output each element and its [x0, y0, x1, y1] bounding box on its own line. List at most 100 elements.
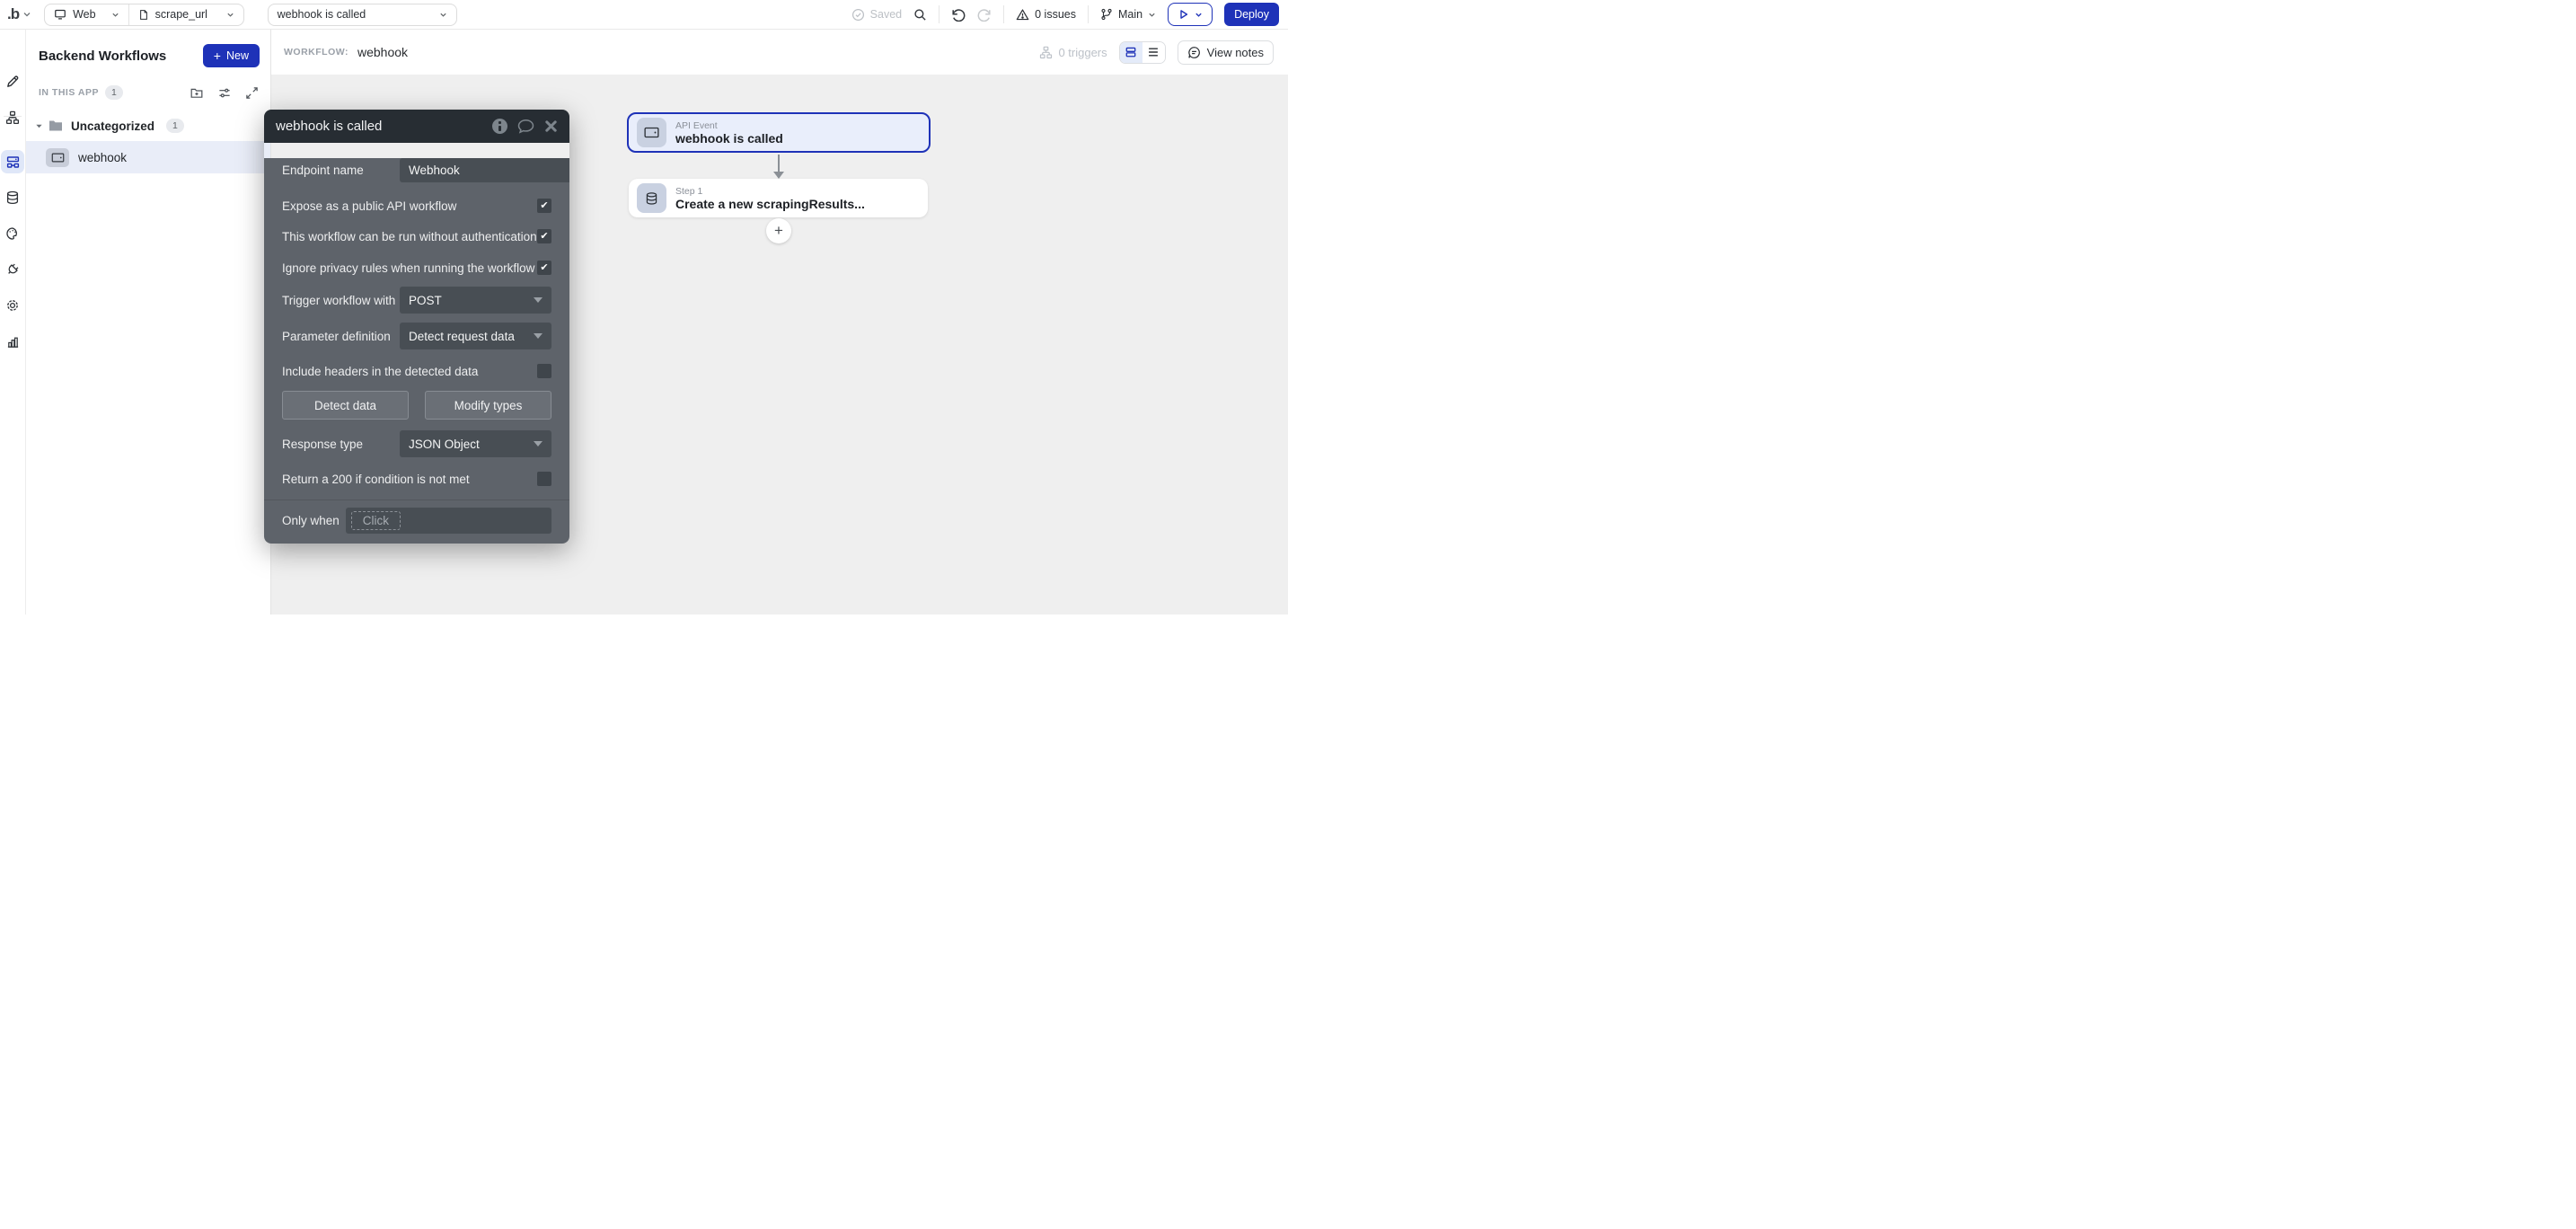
- filter-sliders-icon[interactable]: [217, 86, 232, 100]
- close-icon[interactable]: [544, 119, 558, 133]
- folder-row-uncategorized[interactable]: Uncategorized 1: [26, 119, 270, 133]
- sitemap-icon: [1039, 46, 1053, 59]
- folder-count-badge: 1: [166, 119, 184, 133]
- list-view-toggle[interactable]: [1142, 42, 1165, 63]
- no-auth-row: This workflow can be run without authent…: [264, 227, 569, 245]
- endpoint-name-input[interactable]: [400, 158, 569, 182]
- expose-api-label: Expose as a public API workflow: [282, 199, 456, 213]
- workflow-header-actions: 0 triggers: [1039, 40, 1274, 65]
- response-type-dropdown[interactable]: JSON Object: [400, 430, 551, 457]
- detect-data-button[interactable]: Detect data: [282, 391, 409, 420]
- workflow-selector-dropdown[interactable]: webhook is called: [268, 4, 457, 26]
- check-circle-icon: [851, 8, 865, 22]
- node-title: Create a new scrapingResults...: [675, 197, 865, 211]
- api-event-node[interactable]: API Event webhook is called: [627, 112, 931, 153]
- no-auth-checkbox[interactable]: ✔: [537, 229, 551, 243]
- search-icon[interactable]: [913, 8, 927, 22]
- new-workflow-button[interactable]: + New: [203, 44, 260, 67]
- expand-icon[interactable]: [245, 86, 259, 100]
- return-200-row: Return a 200 if condition is not met: [264, 470, 569, 488]
- chevron-down-icon: [1195, 11, 1203, 19]
- rail-backend-workflows-item[interactable]: [0, 150, 25, 173]
- only-when-input[interactable]: Click: [346, 508, 551, 534]
- parameter-definition-dropdown[interactable]: Detect request data: [400, 323, 551, 349]
- triggers-count: 0 triggers: [1039, 46, 1107, 59]
- divider: [1088, 5, 1089, 23]
- return-200-checkbox[interactable]: [537, 472, 551, 486]
- page-icon: [138, 9, 149, 21]
- include-headers-checkbox[interactable]: [537, 364, 551, 378]
- view-notes-button[interactable]: View notes: [1178, 40, 1274, 65]
- rail-divider: [4, 116, 22, 117]
- rail-plugins-item[interactable]: [0, 258, 25, 281]
- new-button-label: New: [226, 49, 249, 62]
- issues-button[interactable]: 0 issues: [1016, 8, 1076, 22]
- bubble-logo[interactable]: .b: [7, 5, 19, 23]
- triggers-label: 0 triggers: [1058, 46, 1107, 59]
- popup-header[interactable]: webhook is called: [264, 110, 569, 143]
- sitemap-icon: [5, 111, 20, 125]
- response-type-label: Response type: [282, 438, 400, 451]
- panel-section-row: IN THIS APP 1: [26, 85, 270, 100]
- folder-label: Uncategorized: [71, 119, 154, 133]
- left-icon-rail: [0, 30, 26, 614]
- add-step-button[interactable]: +: [766, 218, 791, 243]
- issues-label: 0 issues: [1035, 8, 1076, 21]
- rail-settings-item[interactable]: [0, 294, 25, 317]
- info-icon[interactable]: [492, 119, 507, 134]
- section-label: IN THIS APP: [39, 87, 99, 98]
- step-1-node[interactable]: Step 1 Create a new scrapingResults...: [629, 179, 928, 217]
- workflow-list-item-webhook[interactable]: webhook: [26, 141, 270, 173]
- rail-logs-item[interactable]: [0, 330, 25, 353]
- chevron-down-icon: [1148, 11, 1156, 19]
- database-icon: [637, 183, 666, 213]
- list-icon: [1147, 46, 1160, 58]
- node-kind-label: Step 1: [675, 186, 865, 197]
- rail-data-item[interactable]: [0, 186, 25, 209]
- modify-types-button[interactable]: Modify types: [425, 391, 551, 420]
- folder-plus-icon[interactable]: [190, 86, 204, 100]
- api-event-icon: [46, 148, 69, 167]
- parameter-definition-value: Detect request data: [409, 330, 515, 343]
- platform-page-selector: Web scrape_url: [44, 4, 243, 26]
- section-actions: [190, 86, 259, 100]
- undo-icon[interactable]: [951, 7, 966, 22]
- note-bubble-icon: [1187, 46, 1201, 59]
- page-selector[interactable]: scrape_url: [128, 4, 243, 25]
- popup-title: webhook is called: [276, 119, 382, 134]
- redo-icon[interactable]: [977, 7, 992, 22]
- workflow-header: WORKFLOW: webhook 0 triggers: [271, 30, 1288, 75]
- panel-title: Backend Workflows: [39, 49, 166, 64]
- play-icon: [1178, 9, 1189, 20]
- detect-buttons-row: Detect data Modify types: [264, 391, 569, 420]
- backend-workflows-panel: Backend Workflows + New IN THIS APP 1: [26, 30, 271, 614]
- app-body: Backend Workflows + New IN THIS APP 1: [0, 30, 1288, 614]
- logo-chevron-down-icon[interactable]: [22, 10, 31, 19]
- event-property-editor: webhook is called Endpoint name Expose a…: [264, 110, 569, 544]
- comment-bubble-icon[interactable]: [517, 119, 534, 134]
- trigger-method-dropdown[interactable]: POST: [400, 287, 551, 314]
- rail-design-item[interactable]: [0, 70, 25, 93]
- plug-icon: [5, 262, 20, 277]
- workflow-icon: [5, 155, 21, 170]
- only-when-placeholder[interactable]: Click: [351, 511, 401, 530]
- save-status-label: Saved: [870, 8, 902, 21]
- view-notes-label: View notes: [1207, 46, 1264, 59]
- preview-run-button[interactable]: [1168, 3, 1213, 26]
- bar-chart-icon: [6, 335, 20, 349]
- database-icon: [5, 190, 20, 205]
- expose-api-checkbox[interactable]: ✔: [537, 199, 551, 213]
- caret-down-icon: [35, 122, 43, 130]
- ignore-privacy-checkbox[interactable]: ✔: [537, 261, 551, 275]
- rail-pages-item[interactable]: [0, 106, 25, 129]
- ignore-privacy-row: Ignore privacy rules when running the wo…: [264, 259, 569, 277]
- connector-arrow: [773, 155, 784, 179]
- ignore-privacy-label: Ignore privacy rules when running the wo…: [282, 261, 534, 275]
- branch-selector[interactable]: Main: [1100, 8, 1156, 21]
- warning-triangle-icon: [1016, 8, 1029, 22]
- deploy-button[interactable]: Deploy: [1224, 3, 1279, 26]
- card-view-toggle[interactable]: [1120, 42, 1142, 63]
- platform-selector[interactable]: Web: [45, 4, 128, 25]
- rail-styles-item[interactable]: [0, 222, 25, 245]
- endpoint-name-row: Endpoint name: [264, 158, 569, 182]
